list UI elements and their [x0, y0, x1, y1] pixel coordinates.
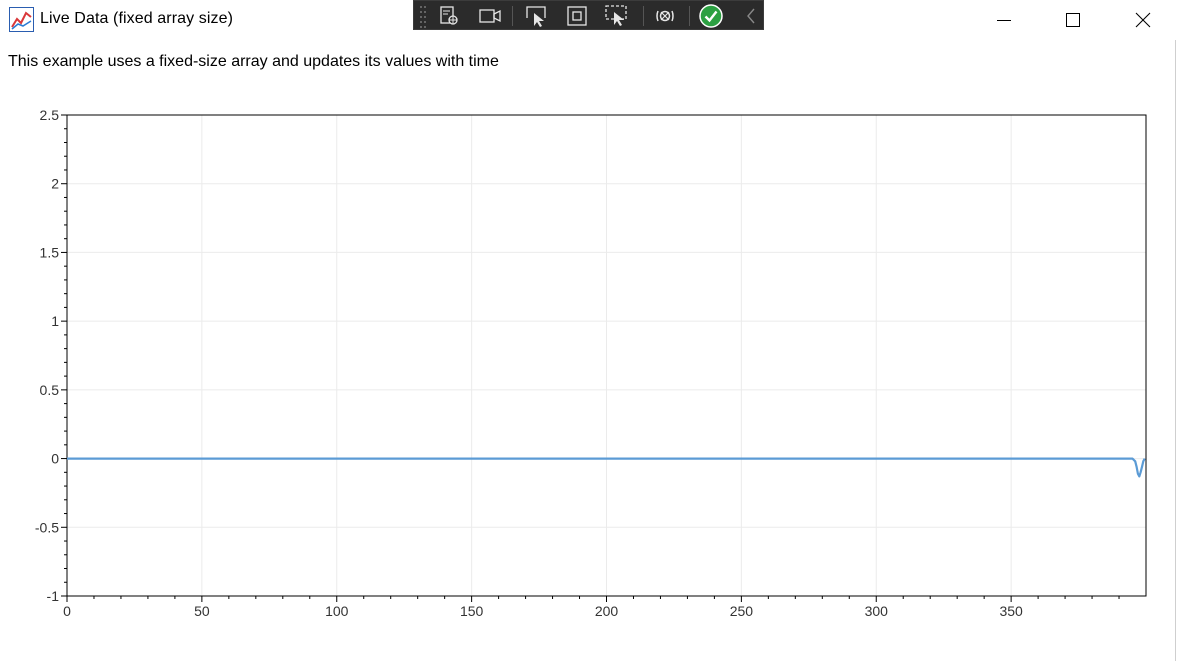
x-tick-label: 200	[595, 603, 619, 619]
display-layout-adorners-button[interactable]	[564, 3, 590, 29]
collapse-chevron-icon	[747, 8, 755, 24]
x-tick-label: 50	[194, 603, 210, 619]
select-element-button[interactable]	[524, 3, 550, 29]
x-tick-label: 150	[460, 603, 484, 619]
x-tick-label: 250	[730, 603, 754, 619]
binding-failures-button[interactable]	[698, 3, 724, 29]
y-tick-label: 0	[51, 451, 59, 467]
track-focus-icon	[605, 5, 627, 26]
close-button[interactable]	[1115, 0, 1171, 40]
toolbar-grip-icon[interactable]	[418, 4, 428, 28]
maximize-icon	[1066, 13, 1080, 27]
minimize-button[interactable]	[976, 0, 1032, 40]
maximize-button[interactable]	[1045, 0, 1101, 40]
y-tick-label: -0.5	[35, 519, 59, 535]
visual-tree-icon	[440, 6, 458, 25]
select-element-icon	[526, 6, 546, 27]
y-tick-label: 2	[51, 176, 59, 192]
x-tick-label: 350	[999, 603, 1023, 619]
display-layout-adorners-icon	[567, 6, 587, 26]
series-line	[67, 457, 1146, 478]
binding-ok-icon	[699, 4, 723, 28]
chart-app-icon	[9, 7, 34, 32]
app-window: Live Data (fixed array size) This exampl…	[0, 0, 1180, 661]
hot-reload-icon	[656, 10, 674, 22]
x-tick-label: 100	[325, 603, 349, 619]
record-button[interactable]	[477, 3, 503, 29]
hot-reload-button[interactable]	[652, 3, 678, 29]
y-tick-label: 1	[51, 313, 59, 329]
x-tick-label: 300	[865, 603, 889, 619]
collapse-toolbar-button[interactable]	[738, 3, 764, 29]
y-tick-label: -1	[47, 588, 60, 604]
live-data-chart[interactable]: 0 50 100 150 200 250 300 350 -1 -0.5 0 0.5 1 1.5 2 2.5	[0, 85, 1180, 661]
minimize-icon	[997, 20, 1011, 21]
toolbar-separator	[689, 6, 690, 26]
y-tick-label: 0.5	[40, 382, 60, 398]
window-title: Live Data (fixed array size)	[40, 10, 234, 27]
live-visual-tree-button[interactable]	[436, 3, 462, 29]
camera-icon	[479, 9, 501, 23]
description-text: This example uses a fixed-size array and…	[8, 53, 499, 70]
x-tick-label: 0	[63, 603, 71, 619]
xaml-debug-toolbar	[413, 0, 764, 30]
toolbar-separator	[512, 6, 513, 26]
close-icon	[1135, 12, 1151, 28]
window-right-border	[1175, 40, 1176, 661]
y-tick-label: 1.5	[40, 244, 60, 260]
toolbar-separator	[643, 6, 644, 26]
y-tick-label: 2.5	[40, 107, 60, 123]
track-focus-button[interactable]	[604, 3, 630, 29]
